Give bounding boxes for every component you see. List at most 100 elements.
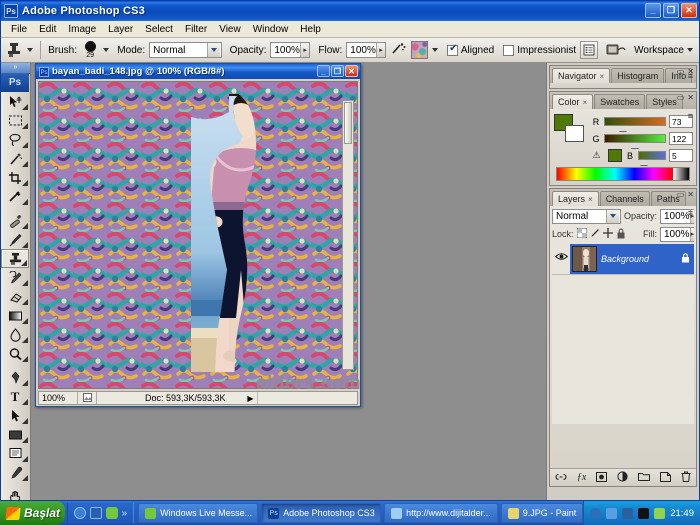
task-windows-live-messenger[interactable]: Windows Live Messe... xyxy=(138,503,259,523)
tool-marquee[interactable] xyxy=(1,111,29,130)
maximize-button[interactable]: ❐ xyxy=(663,3,679,18)
tool-dodge[interactable] xyxy=(1,344,29,363)
blue-channel-slider[interactable] xyxy=(638,151,666,165)
layer-name[interactable]: Background xyxy=(601,254,676,264)
document-maximize-button[interactable]: ❐ xyxy=(331,65,344,77)
tab-navigator[interactable]: Navigator × xyxy=(552,68,611,83)
task-internet-explorer[interactable]: http://www.dijitalder... xyxy=(384,503,498,523)
battery-icon[interactable] xyxy=(654,507,666,519)
lock-all-icon[interactable] xyxy=(616,228,626,241)
tool-preset-picker[interactable] xyxy=(5,40,23,60)
canvas-vertical-scrollbar[interactable] xyxy=(342,100,354,370)
volume-icon[interactable] xyxy=(590,507,602,519)
tab-layers[interactable]: Layers × xyxy=(552,191,599,206)
layer-thumbnail[interactable] xyxy=(572,246,597,272)
menu-item-filter[interactable]: Filter xyxy=(179,23,213,36)
impressionist-checkbox[interactable]: Impressionist xyxy=(503,44,576,56)
layers-panel-menu-icon[interactable]: ≡ xyxy=(688,208,693,218)
tool-eraser[interactable] xyxy=(1,287,29,306)
tool-blur[interactable] xyxy=(1,325,29,344)
layer-style-icon[interactable]: ƒx xyxy=(577,472,586,483)
close-button[interactable]: ✕ xyxy=(681,3,697,18)
layer-blend-mode-select[interactable]: Normal xyxy=(552,208,621,224)
tool-eyedropper[interactable] xyxy=(1,463,29,482)
layer-fill-stepper-icon[interactable]: ▸ xyxy=(689,227,695,241)
tab-layers-close-icon[interactable]: × xyxy=(588,195,593,204)
delete-layer-icon[interactable] xyxy=(681,471,691,484)
document-preview-icon[interactable] xyxy=(78,392,96,404)
color-ramp[interactable] xyxy=(556,167,690,181)
tool-lasso[interactable] xyxy=(1,130,29,149)
tab-swatches[interactable]: Swatches xyxy=(594,94,646,109)
opacity-stepper-icon[interactable]: ▸ xyxy=(299,43,310,57)
network-icon[interactable] xyxy=(606,507,618,519)
out-of-gamut-swatch[interactable] xyxy=(608,149,622,162)
pattern-chevron-down-icon[interactable] xyxy=(431,48,438,52)
image-canvas[interactable] xyxy=(38,81,358,389)
start-button[interactable]: Başlat xyxy=(0,501,65,525)
tool-brush[interactable] xyxy=(1,230,29,249)
monitor-icon[interactable] xyxy=(638,507,650,519)
layer-visibility-toggle[interactable] xyxy=(552,244,570,274)
tool-type[interactable]: T xyxy=(1,387,29,406)
color-collapse-icon[interactable]: ▭ xyxy=(677,93,685,102)
tool-clone-stamp[interactable] xyxy=(1,249,29,268)
messenger-icon[interactable] xyxy=(105,507,118,519)
green-channel-slider[interactable] xyxy=(604,134,666,148)
more-icon[interactable]: » xyxy=(122,508,128,519)
layers-close-icon[interactable]: ✕ xyxy=(687,190,694,199)
tool-crop[interactable] xyxy=(1,168,29,187)
new-layer-icon[interactable] xyxy=(660,471,672,484)
document-minimize-button[interactable]: _ xyxy=(317,65,330,77)
tool-history-brush[interactable] xyxy=(1,268,29,287)
toolbox-collapse-handle[interactable]: » xyxy=(1,63,30,74)
canvas-vertical-scroll-thumb[interactable] xyxy=(344,102,352,144)
menu-item-layer[interactable]: Layer xyxy=(102,23,139,36)
flow-input[interactable]: 100% ▸ xyxy=(346,42,387,58)
browser-icon[interactable] xyxy=(73,507,86,519)
brush-preview[interactable]: 29 xyxy=(81,39,99,61)
green-channel-thumb[interactable] xyxy=(631,143,640,148)
workspace-chevron-down-icon[interactable] xyxy=(687,48,693,52)
minimize-button[interactable]: _ xyxy=(645,3,661,18)
tab-channels[interactable]: Channels xyxy=(599,191,650,206)
task-adobe-photoshop[interactable]: Ps Adobe Photoshop CS3 xyxy=(261,503,382,523)
opacity-input[interactable]: 100% ▸ xyxy=(270,42,311,58)
tool-magic-wand[interactable] xyxy=(1,149,29,168)
tool-path-selection[interactable] xyxy=(1,406,29,425)
airbrush-toggle[interactable] xyxy=(390,42,407,59)
color-background-swatch[interactable] xyxy=(565,125,584,142)
lock-transparent-pixels-icon[interactable] xyxy=(576,227,588,240)
layer-fill-input[interactable]: 100% ▸ xyxy=(660,226,695,242)
tool-slice[interactable] xyxy=(1,187,29,206)
tab-color-close-icon[interactable]: × xyxy=(583,98,588,107)
red-channel-thumb[interactable] xyxy=(619,126,628,131)
tool-rectangle[interactable] xyxy=(1,425,29,444)
layer-mask-icon[interactable] xyxy=(596,471,608,484)
blue-channel-input[interactable]: 5 xyxy=(669,149,693,162)
new-group-icon[interactable] xyxy=(638,472,651,483)
menu-item-file[interactable]: File xyxy=(5,23,33,36)
tool-gradient[interactable] xyxy=(1,306,29,325)
media-icon[interactable] xyxy=(89,507,102,519)
color-panel-menu-icon[interactable]: ≡ xyxy=(688,111,693,121)
tool-move[interactable] xyxy=(1,92,29,111)
flow-stepper-icon[interactable]: ▸ xyxy=(375,43,386,57)
tab-color[interactable]: Color × xyxy=(552,94,594,109)
tool-healing-brush[interactable] xyxy=(1,211,29,230)
task-paint[interactable]: 9.JPG - Paint xyxy=(500,503,584,523)
blend-mode-select[interactable]: Normal xyxy=(149,42,222,58)
workspace-label[interactable]: Workspace xyxy=(634,45,684,56)
status-expand-arrow-icon[interactable]: ▶ xyxy=(245,394,257,403)
clock[interactable]: 21:49 xyxy=(670,508,694,519)
menu-item-window[interactable]: Window xyxy=(247,23,295,36)
link-layers-icon[interactable] xyxy=(555,473,567,483)
navigator-collapse-icon[interactable]: ▭ xyxy=(677,67,685,76)
gamut-warning-icon[interactable]: ⚠ xyxy=(591,150,602,161)
tab-histogram[interactable]: Histogram xyxy=(611,68,665,83)
document-close-button[interactable]: ✕ xyxy=(345,65,358,77)
tool-pen[interactable] xyxy=(1,368,29,387)
navigator-panel-menu-icon[interactable]: ≡ xyxy=(688,71,693,81)
tab-navigator-close-icon[interactable]: × xyxy=(600,72,605,81)
adjustment-layer-icon[interactable] xyxy=(617,471,628,484)
